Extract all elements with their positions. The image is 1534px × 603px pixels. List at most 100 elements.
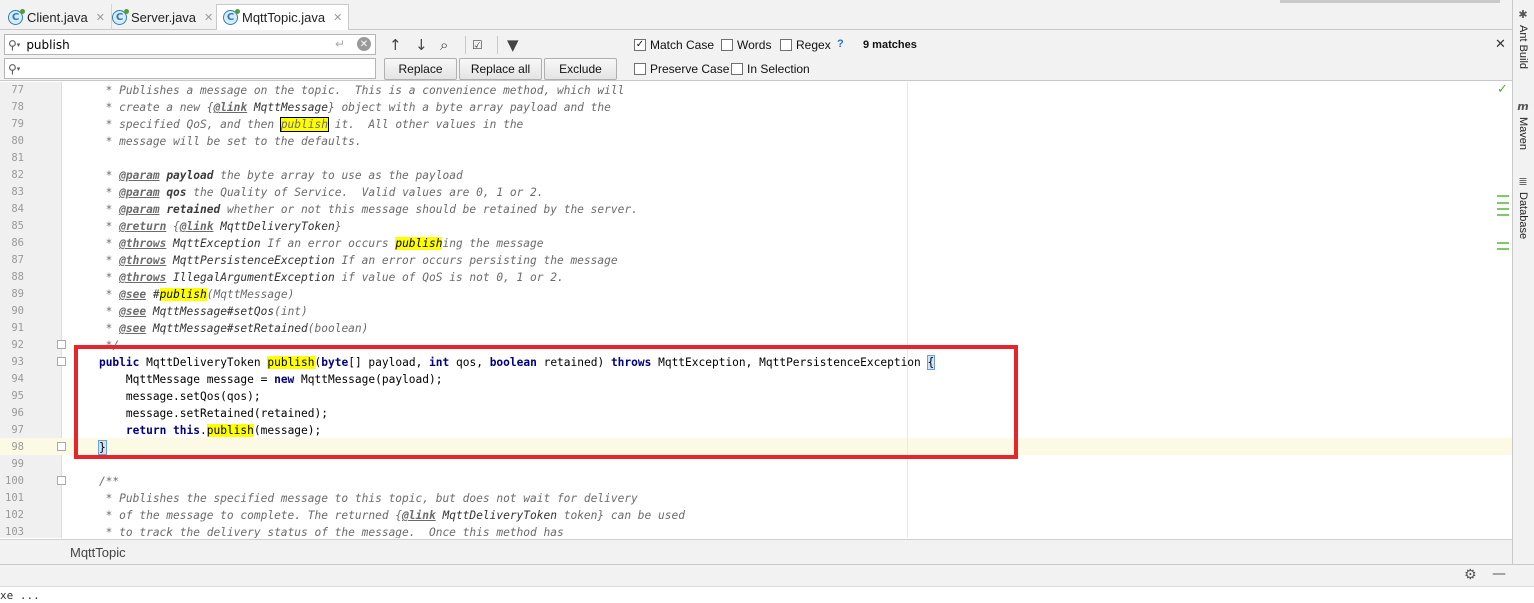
code-line[interactable]: 77 * Publishes a message on the topic. T… — [0, 82, 1512, 99]
select-all-occurrences-icon[interactable]: ☑ — [472, 38, 483, 52]
replace-button[interactable]: Replace — [384, 58, 457, 80]
database-tool-button[interactable]: ≣ Database — [1517, 175, 1529, 239]
code-line[interactable]: 82 * @param payload the byte array to us… — [0, 167, 1512, 184]
breadcrumb-item[interactable]: MqttTopic — [70, 545, 126, 560]
code-line[interactable]: 101 * Publishes the specified message to… — [0, 490, 1512, 507]
newline-icon[interactable]: ↵ — [335, 37, 345, 51]
checkbox-checked-icon[interactable]: ✓ — [634, 39, 646, 51]
code-text[interactable]: * specified QoS, and then publish it. Al… — [72, 116, 523, 133]
code-text[interactable]: * @throws MqttPersistenceException If an… — [72, 252, 618, 269]
code-text[interactable]: /** — [72, 473, 119, 490]
line-number: 84 — [11, 203, 24, 215]
close-icon[interactable]: ✕ — [96, 11, 105, 24]
code-line[interactable]: 88 * @throws IllegalArgumentException if… — [0, 269, 1512, 286]
fold-marker-icon[interactable] — [57, 476, 66, 485]
exclude-button[interactable]: Exclude — [544, 58, 617, 80]
code-text[interactable]: * @param payload the byte array to use a… — [72, 167, 463, 184]
words-checkbox[interactable]: Words — [721, 38, 771, 52]
code-line[interactable]: 84 * @param retained whether or not this… — [0, 201, 1512, 218]
code-text[interactable]: * @throws IllegalArgumentException if va… — [72, 269, 564, 286]
replace-field[interactable]: ⚲ ▾ — [4, 58, 376, 79]
search-field[interactable]: ⚲ ▾ publish ↵ ✕ — [4, 34, 376, 55]
checkbox-unchecked-icon[interactable] — [731, 63, 743, 75]
search-icon[interactable]: ⚲ — [8, 38, 17, 52]
code-text[interactable]: * @param retained whether or not this me… — [72, 201, 638, 218]
code-text[interactable]: * @return {@link MqttDeliveryToken} — [72, 218, 342, 235]
search-input[interactable]: publish — [26, 38, 375, 52]
line-number: 77 — [11, 84, 24, 96]
code-text[interactable]: * message will be set to the defaults. — [72, 133, 362, 150]
code-line[interactable]: 87 * @throws MqttPersistenceException If… — [0, 252, 1512, 269]
code-text[interactable]: * @throws MqttException If an error occu… — [72, 235, 544, 252]
checkbox-unchecked-icon[interactable] — [721, 39, 733, 51]
database-icon: ≣ — [1518, 175, 1528, 188]
preserve-case-checkbox[interactable]: Preserve Case — [634, 62, 729, 76]
close-icon[interactable]: ✕ — [333, 11, 342, 24]
code-line[interactable]: 79 * specified QoS, and then publish it.… — [0, 116, 1512, 133]
close-icon[interactable]: ✕ — [204, 11, 213, 24]
code-editor[interactable]: 77 * Publishes a message on the topic. T… — [0, 82, 1512, 538]
code-line[interactable]: 91 * @see MqttMessage#setRetained(boolea… — [0, 320, 1512, 337]
checkbox-unchecked-icon[interactable] — [780, 39, 792, 51]
history-dropdown-icon[interactable]: ▾ — [17, 65, 21, 73]
minimize-icon[interactable]: — — [1492, 566, 1506, 582]
filter-icon[interactable]: ▼ — [507, 36, 519, 54]
fold-marker-icon[interactable] — [57, 340, 66, 349]
find-all-icon[interactable]: ⌕ — [440, 36, 448, 54]
code-line[interactable]: 103 * to track the delivery status of th… — [0, 524, 1512, 538]
code-line[interactable]: 83 * @param qos the Quality of Service. … — [0, 184, 1512, 201]
gear-icon[interactable]: ⚙ — [1464, 567, 1477, 583]
error-stripe-mark[interactable] — [1497, 242, 1509, 244]
tab-server-java[interactable]: C Server.java ✕ — [106, 4, 221, 30]
previous-occurrence-icon[interactable]: ↑ — [389, 36, 402, 54]
error-stripe-mark[interactable] — [1497, 202, 1509, 204]
history-dropdown-icon[interactable]: ▾ — [17, 41, 21, 49]
code-text[interactable]: * Publishes a message on the topic. This… — [72, 82, 625, 99]
code-line[interactable]: 100 /** — [0, 473, 1512, 490]
close-find-bar-icon[interactable]: ✕ — [1495, 37, 1506, 52]
in-selection-checkbox[interactable]: In Selection — [731, 62, 810, 76]
code-text[interactable]: * @param qos the Quality of Service. Val… — [72, 184, 544, 201]
line-number: 79 — [11, 118, 24, 130]
code-text[interactable]: * of the message to complete. The return… — [72, 507, 685, 524]
error-stripe-mark[interactable] — [1497, 208, 1509, 210]
tab-mqtttopic-java[interactable]: C MqttTopic.java ✕ — [216, 4, 350, 31]
fold-marker-icon[interactable] — [57, 442, 66, 451]
code-line[interactable]: 102 * of the message to complete. The re… — [0, 507, 1512, 524]
clear-search-icon[interactable]: ✕ — [357, 37, 371, 51]
code-text[interactable]: * to track the delivery status of the me… — [72, 524, 564, 538]
fold-marker-icon[interactable] — [57, 357, 66, 366]
error-stripe-mark[interactable] — [1497, 195, 1509, 197]
next-occurrence-icon[interactable]: ↓ — [415, 36, 428, 54]
regex-checkbox[interactable]: Regex — [780, 38, 831, 52]
code-line[interactable]: 81 — [0, 150, 1512, 167]
code-text[interactable]: * @see #publish(MqttMessage) — [72, 286, 294, 303]
ant-build-tool-button[interactable]: ✱ Ant Build — [1517, 8, 1529, 69]
replace-all-button[interactable]: Replace all — [459, 58, 542, 80]
code-line[interactable]: 85 * @return {@link MqttDeliveryToken} — [0, 218, 1512, 235]
maven-tool-button[interactable]: m Maven — [1517, 100, 1529, 150]
code-lines[interactable]: 77 * Publishes a message on the topic. T… — [0, 82, 1512, 538]
code-line[interactable]: 90 * @see MqttMessage#setQos(int) — [0, 303, 1512, 320]
inspection-ok-icon[interactable]: ✓ — [1497, 82, 1508, 97]
code-text[interactable]: * create a new {@link MqttMessage} objec… — [72, 99, 611, 116]
code-text[interactable]: * @see MqttMessage#setQos(int) — [72, 303, 308, 320]
error-stripe-mark[interactable] — [1497, 248, 1509, 250]
window-top-strip — [1280, 0, 1500, 3]
code-line[interactable]: 78 * create a new {@link MqttMessage} ob… — [0, 99, 1512, 116]
search-icon[interactable]: ⚲ — [8, 62, 17, 76]
error-stripe-mark[interactable] — [1497, 214, 1509, 216]
match-case-checkbox[interactable]: ✓ Match Case — [634, 38, 714, 52]
line-number: 101 — [5, 492, 24, 504]
tab-client-java[interactable]: C Client.java ✕ — [2, 4, 112, 30]
line-number: 95 — [11, 390, 24, 402]
checkbox-unchecked-icon[interactable] — [634, 63, 646, 75]
code-line[interactable]: 80 * message will be set to the defaults… — [0, 133, 1512, 150]
regex-help-link[interactable]: ? — [837, 38, 844, 50]
editor-tab-bar: C Client.java ✕ C Server.java ✕ C MqttTo… — [0, 0, 1512, 31]
code-text[interactable]: * Publishes the specified message to thi… — [72, 490, 638, 507]
code-line[interactable]: 86 * @throws MqttException If an error o… — [0, 235, 1512, 252]
line-number: 85 — [11, 220, 24, 232]
code-text[interactable]: * @see MqttMessage#setRetained(boolean) — [72, 320, 369, 337]
code-line[interactable]: 89 * @see #publish(MqttMessage) — [0, 286, 1512, 303]
